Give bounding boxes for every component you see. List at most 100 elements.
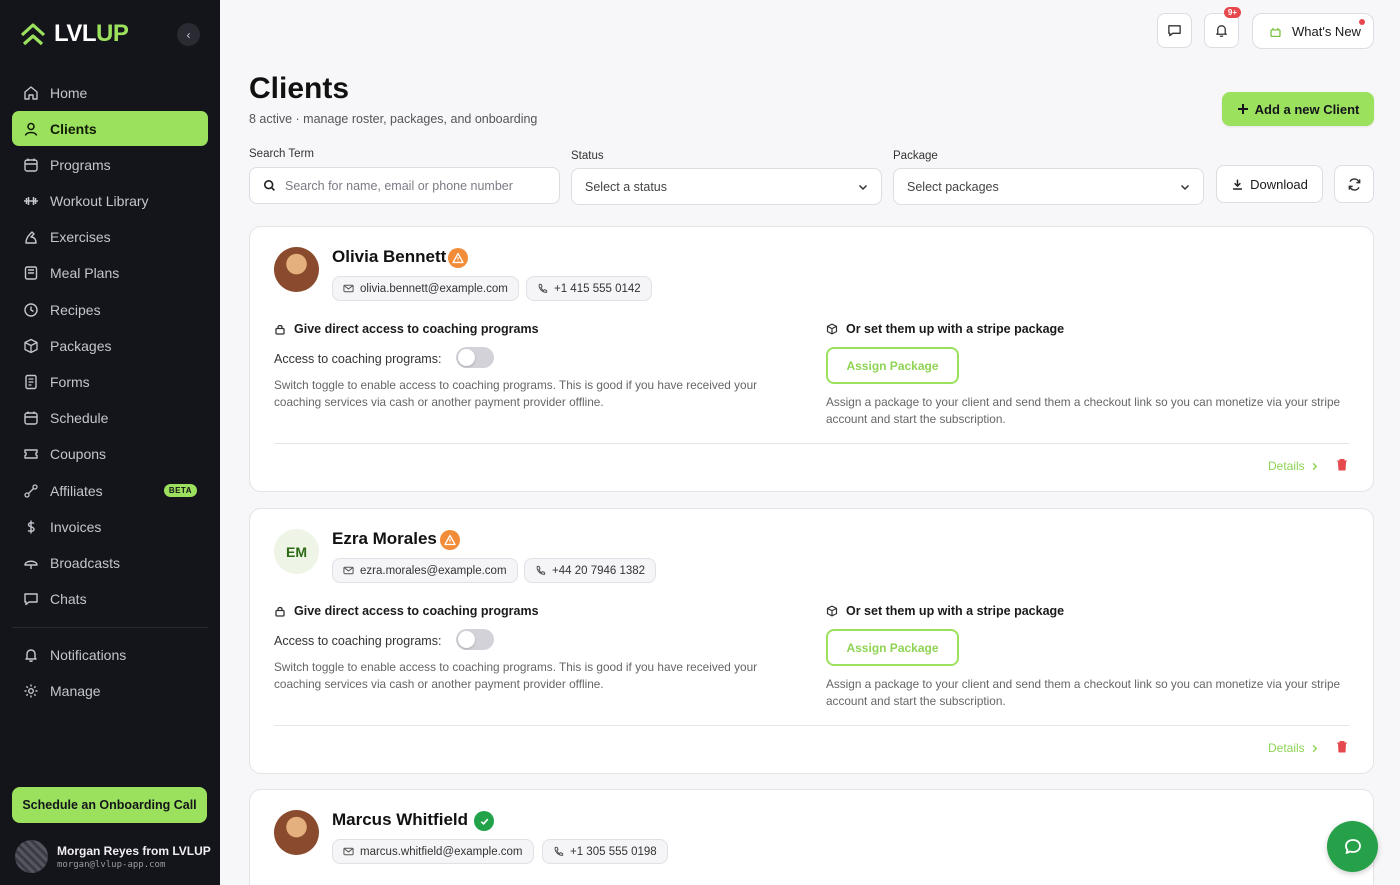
sidebar-item-notifications[interactable]: Notifications — [12, 638, 208, 673]
whats-new-button[interactable]: What's New — [1252, 13, 1374, 49]
stripe-heading: Or set them up with a stripe package — [826, 604, 1064, 618]
sidebar-item-label: Invoices — [50, 518, 102, 535]
mail-icon — [343, 847, 354, 856]
sidebar-item-recipes[interactable]: Recipes — [12, 292, 208, 327]
sidebar-item-workout-library[interactable]: Workout Library — [12, 184, 208, 219]
brand-logo[interactable]: LVLUP — [20, 20, 129, 48]
sidebar-item-label: Schedule — [50, 410, 109, 427]
sidebar-item-programs[interactable]: Programs — [12, 147, 208, 182]
sidebar-item-label: Chats — [50, 591, 87, 608]
sidebar-item-meal-plans[interactable]: Meal Plans — [12, 256, 208, 291]
details-link[interactable]: Details — [1268, 741, 1319, 755]
sidebar-item-forms[interactable]: Forms — [12, 365, 208, 400]
phone-chip[interactable]: +44 20 7946 1382 — [524, 558, 657, 583]
message-icon — [1168, 25, 1181, 37]
sidebar-item-chats[interactable]: Chats — [12, 582, 208, 617]
chevron-left-icon: ‹ — [186, 27, 191, 42]
sidebar-item-label: Manage — [50, 683, 101, 700]
sidebar-item-label: Programs — [50, 156, 111, 173]
delete-client-button[interactable] — [1336, 458, 1348, 476]
sidebar-item-manage[interactable]: Manage — [12, 674, 208, 709]
sidebar-item-label: Packages — [50, 337, 112, 354]
warning-icon — [440, 530, 460, 550]
package-icon — [23, 338, 39, 354]
phone-icon — [554, 846, 564, 856]
access-toggle[interactable] — [456, 629, 494, 650]
search-placeholder: Search for name, email or phone number — [285, 178, 513, 193]
details-link[interactable]: Details — [1268, 459, 1319, 473]
phone-chip[interactable]: +1 305 555 0198 — [542, 839, 668, 864]
verified-icon — [474, 811, 494, 831]
flex-icon — [23, 229, 39, 245]
chat-bubble-icon — [1344, 838, 1361, 854]
form-icon — [23, 374, 39, 390]
schedule-onboarding-button[interactable]: Schedule an Onboarding Call — [12, 787, 207, 823]
card-divider — [274, 725, 1349, 726]
client-card: EM Ezra Morales ezra.morales@example.com… — [249, 508, 1374, 774]
assign-package-button[interactable]: Assign Package — [826, 347, 959, 384]
sidebar-item-invoices[interactable]: Invoices — [12, 509, 208, 544]
plus-icon — [1237, 104, 1248, 114]
sidebar-item-exercises[interactable]: Exercises — [12, 220, 208, 255]
calendar-icon — [23, 410, 39, 426]
sidebar-item-packages[interactable]: Packages — [12, 328, 208, 363]
chevron-right-icon — [1312, 744, 1318, 752]
chevron-down-icon — [1180, 184, 1190, 191]
sidebar-item-label: Broadcasts — [50, 554, 121, 571]
phone-chip[interactable]: +1 415 555 0142 — [526, 276, 652, 301]
package-icon — [826, 323, 838, 335]
refresh-button[interactable] — [1334, 165, 1374, 203]
client-name[interactable]: Marcus Whitfield — [332, 810, 468, 830]
sidebar-item-label: Workout Library — [50, 193, 149, 210]
support-chat-button[interactable] — [1327, 821, 1378, 872]
access-description: Switch toggle to enable access to coachi… — [274, 378, 758, 409]
sidebar-item-label: Notifications — [50, 647, 127, 664]
sidebar-item-home[interactable]: Home — [12, 75, 208, 110]
gift-icon — [1270, 27, 1281, 37]
sidebar-item-coupons[interactable]: Coupons — [12, 437, 208, 472]
collapse-sidebar-button[interactable]: ‹ — [177, 23, 200, 46]
sidebar-item-schedule[interactable]: Schedule — [12, 401, 208, 436]
dumbbell-icon — [23, 193, 39, 209]
status-select[interactable]: Select a status — [571, 168, 882, 205]
sidebar-item-label: Clients — [50, 120, 97, 137]
access-label: Access to coaching programs: — [274, 352, 442, 366]
delete-client-button[interactable] — [1336, 740, 1348, 758]
page-title: Clients — [249, 72, 350, 105]
sidebar-item-broadcasts[interactable]: Broadcasts — [12, 545, 208, 580]
access-toggle[interactable] — [456, 347, 494, 368]
access-description: Switch toggle to enable access to coachi… — [274, 660, 758, 691]
download-button[interactable]: Download — [1216, 165, 1323, 203]
add-client-button[interactable]: Add a new Client — [1222, 92, 1374, 126]
email-chip[interactable]: ezra.morales@example.com — [332, 558, 518, 583]
email-chip[interactable]: olivia.bennett@example.com — [332, 276, 519, 301]
package-select-value: Select packages — [907, 179, 999, 194]
download-icon — [1233, 179, 1243, 190]
client-name[interactable]: Olivia Bennett — [332, 247, 446, 267]
phone-icon — [538, 283, 548, 293]
chevron-down-icon — [858, 184, 868, 191]
new-indicator-dot — [1359, 19, 1365, 25]
user-email: morgan@lvlup-app.com — [57, 859, 166, 870]
package-label: Package — [893, 150, 938, 162]
client-name[interactable]: Ezra Morales — [332, 529, 437, 549]
phone-icon — [536, 565, 546, 575]
package-select[interactable]: Select packages — [893, 168, 1204, 205]
notifications-button[interactable]: 9+ — [1204, 7, 1241, 48]
email-chip[interactable]: marcus.whitfield@example.com — [332, 839, 534, 864]
sidebar-item-clients[interactable]: Clients — [12, 111, 208, 147]
sidebar-item-label: Meal Plans — [50, 265, 120, 282]
avatar — [274, 810, 319, 855]
sidebar-item-affiliates[interactable]: Affiliates BETA — [12, 473, 208, 508]
notification-count-badge: 9+ — [1223, 7, 1241, 18]
client-card: Olivia Bennett olivia.bennett@example.co… — [249, 226, 1374, 492]
search-input[interactable]: Search for name, email or phone number — [249, 167, 560, 204]
access-label: Access to coaching programs: — [274, 634, 442, 648]
broadcast-icon — [23, 555, 39, 571]
assign-package-button[interactable]: Assign Package — [826, 629, 959, 666]
messages-button[interactable] — [1157, 13, 1192, 48]
lock-icon — [275, 324, 285, 335]
user-profile[interactable]: Morgan Reyes from LVLUP morgan@lvlup-app… — [15, 840, 211, 873]
bell-icon — [1216, 25, 1227, 38]
client-card: Marcus Whitfield marcus.whitfield@exampl… — [249, 789, 1374, 885]
